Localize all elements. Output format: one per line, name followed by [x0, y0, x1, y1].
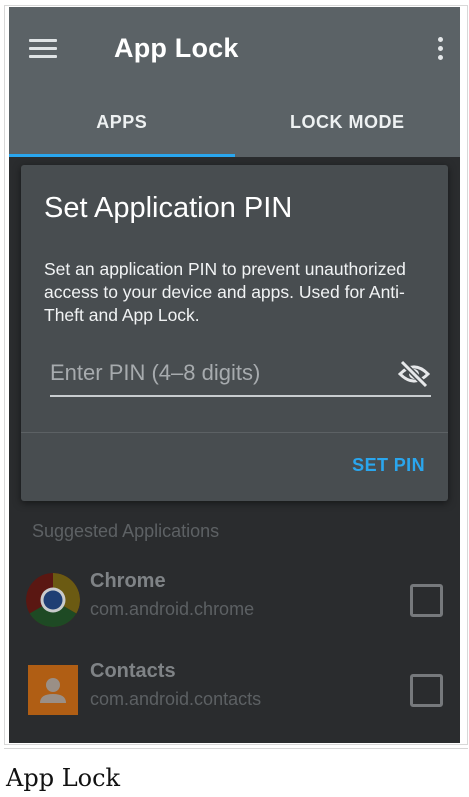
app-name: Chrome [90, 570, 166, 592]
dialog-divider [21, 432, 448, 433]
dialog-message: Set an application PIN to prevent unauth… [44, 259, 406, 325]
more-options-icon[interactable] [434, 35, 446, 63]
dialog-title: Set Application PIN [44, 192, 293, 224]
app-package: com.android.chrome [90, 599, 255, 619]
pin-input[interactable] [50, 355, 380, 391]
app-package: com.android.contacts [90, 689, 262, 709]
set-pin-dialog: Set Application PIN Set an application P… [21, 165, 448, 501]
app-title: App Lock [114, 33, 239, 63]
tab-lock-mode[interactable]: LOCK MODE [235, 91, 461, 157]
pin-field[interactable] [50, 353, 431, 397]
app-name: Contacts [90, 660, 176, 682]
hamburger-menu-icon[interactable] [29, 38, 57, 58]
set-pin-button[interactable]: SET PIN [352, 455, 425, 476]
tab-apps[interactable]: APPS [9, 91, 235, 157]
list-item[interactable]: Contacts com.android.contacts [9, 652, 460, 742]
tab-bar: APPS LOCK MODE [9, 91, 460, 157]
app-checkbox[interactable] [410, 584, 443, 617]
app-checkbox[interactable] [410, 674, 443, 707]
caption-divider [4, 748, 468, 749]
contacts-icon [28, 665, 78, 715]
suggested-applications-header: Suggested Applications [32, 521, 220, 541]
visibility-off-icon[interactable] [397, 359, 431, 389]
chrome-icon [26, 573, 80, 627]
app-bar: App Lock APPS LOCK MODE [9, 7, 460, 157]
phone-screen: App Lock APPS LOCK MODE Suggested Applic… [9, 7, 460, 743]
caption: App Lock [6, 764, 121, 792]
list-item[interactable]: Chrome com.android.chrome [9, 562, 460, 652]
